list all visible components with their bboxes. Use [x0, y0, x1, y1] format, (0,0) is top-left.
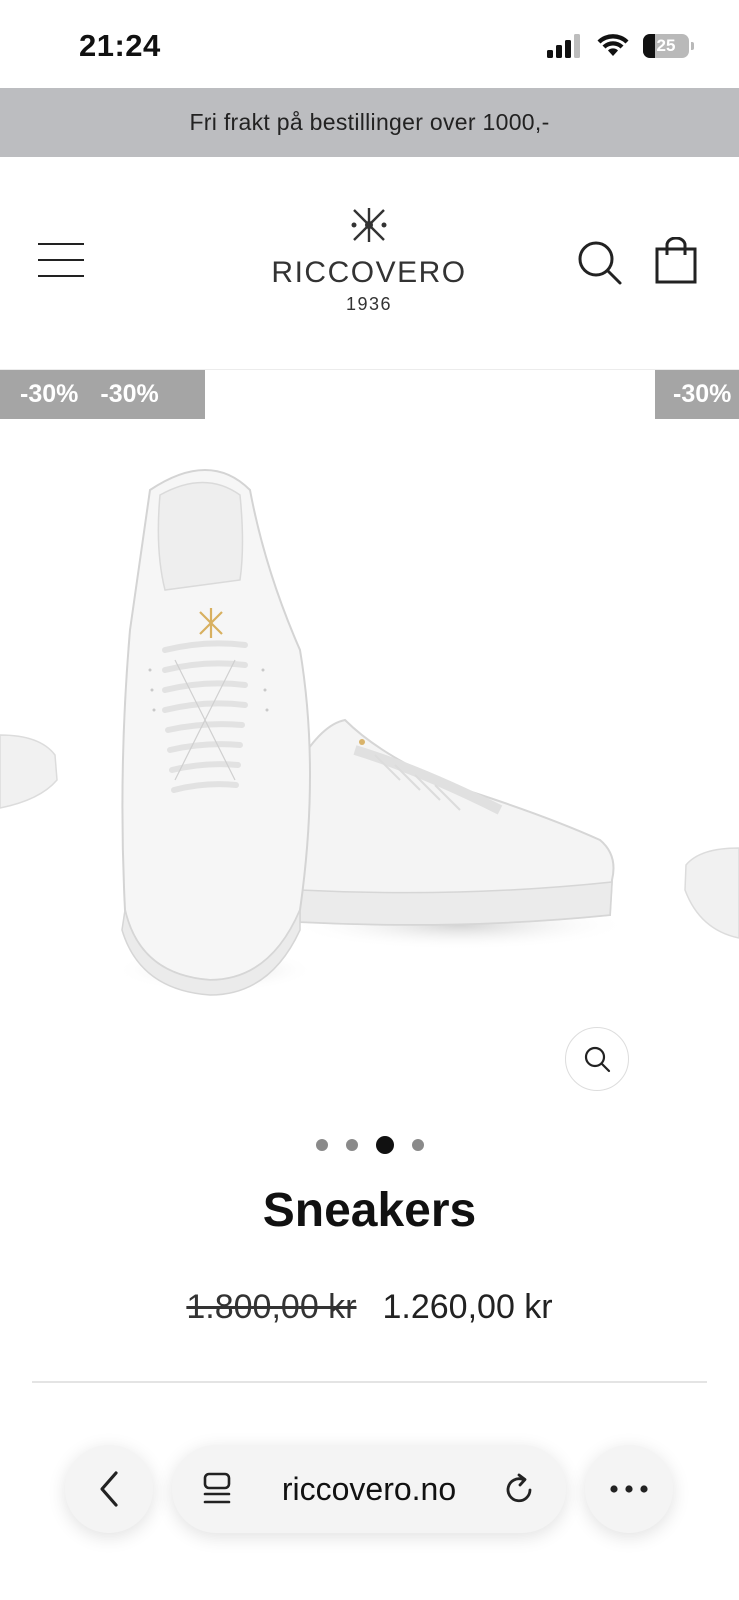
- promo-banner: Fri frakt på bestillinger over 1000,-: [0, 88, 739, 157]
- battery-level: 25: [656, 36, 676, 55]
- zoom-button[interactable]: [565, 1027, 629, 1091]
- search-icon: [578, 241, 622, 285]
- pagination-dot-active[interactable]: [375, 1136, 394, 1154]
- logo[interactable]: RICCOVERO 1936: [269, 205, 469, 315]
- status-time: 21:24: [79, 28, 161, 63]
- browser-toolbar: riccovero.no: [0, 1420, 739, 1600]
- signal-icon: [547, 34, 580, 58]
- more-icon: [610, 1485, 648, 1493]
- original-price: 1.800,00 kr: [186, 1288, 357, 1326]
- discount-badge: -30%: [20, 380, 79, 408]
- logo-name: RICCOVERO: [271, 256, 467, 289]
- url-text[interactable]: riccovero.no: [282, 1471, 456, 1508]
- address-bar[interactable]: riccovero.no: [172, 1445, 566, 1533]
- tabs-icon[interactable]: [202, 1472, 234, 1506]
- discount-badge-next: -30%: [655, 370, 739, 419]
- promo-text: Fri frakt på bestillinger over 1000,-: [189, 109, 550, 135]
- product-image: [0, 469, 739, 996]
- site-header: RICCOVERO 1936: [0, 157, 739, 370]
- more-button[interactable]: [585, 1445, 673, 1533]
- wifi-icon: [597, 34, 629, 56]
- gallery-pagination: [0, 1135, 739, 1155]
- sale-price: 1.260,00 kr: [382, 1288, 553, 1326]
- reload-icon[interactable]: [504, 1472, 536, 1506]
- product-gallery[interactable]: -30% -30% -30%: [0, 370, 739, 1110]
- battery-icon: 25: [643, 34, 694, 58]
- pagination-dot[interactable]: [345, 1139, 358, 1151]
- zoom-icon: [584, 1046, 611, 1073]
- status-icons: 25: [547, 34, 694, 58]
- status-bar: 21:24 25: [0, 0, 739, 88]
- product-title: Sneakers: [262, 1184, 477, 1237]
- bag-icon: [655, 236, 697, 284]
- discount-badge: -30%: [100, 380, 159, 408]
- back-button[interactable]: [65, 1445, 153, 1533]
- discount-badges: -30% -30%: [0, 370, 205, 419]
- logo-year: 1936: [345, 294, 393, 314]
- search-button[interactable]: [576, 239, 624, 287]
- discount-badge: -30%: [673, 380, 732, 408]
- back-icon: [100, 1471, 118, 1507]
- price-row: 1.800,00 kr 1.260,00 kr: [0, 1288, 739, 1327]
- pagination-dot[interactable]: [315, 1139, 328, 1151]
- logo-mark-icon: [351, 208, 387, 242]
- cart-button[interactable]: [654, 236, 702, 287]
- divider: [32, 1381, 707, 1383]
- pagination-dot[interactable]: [411, 1139, 424, 1151]
- menu-button[interactable]: [38, 243, 86, 279]
